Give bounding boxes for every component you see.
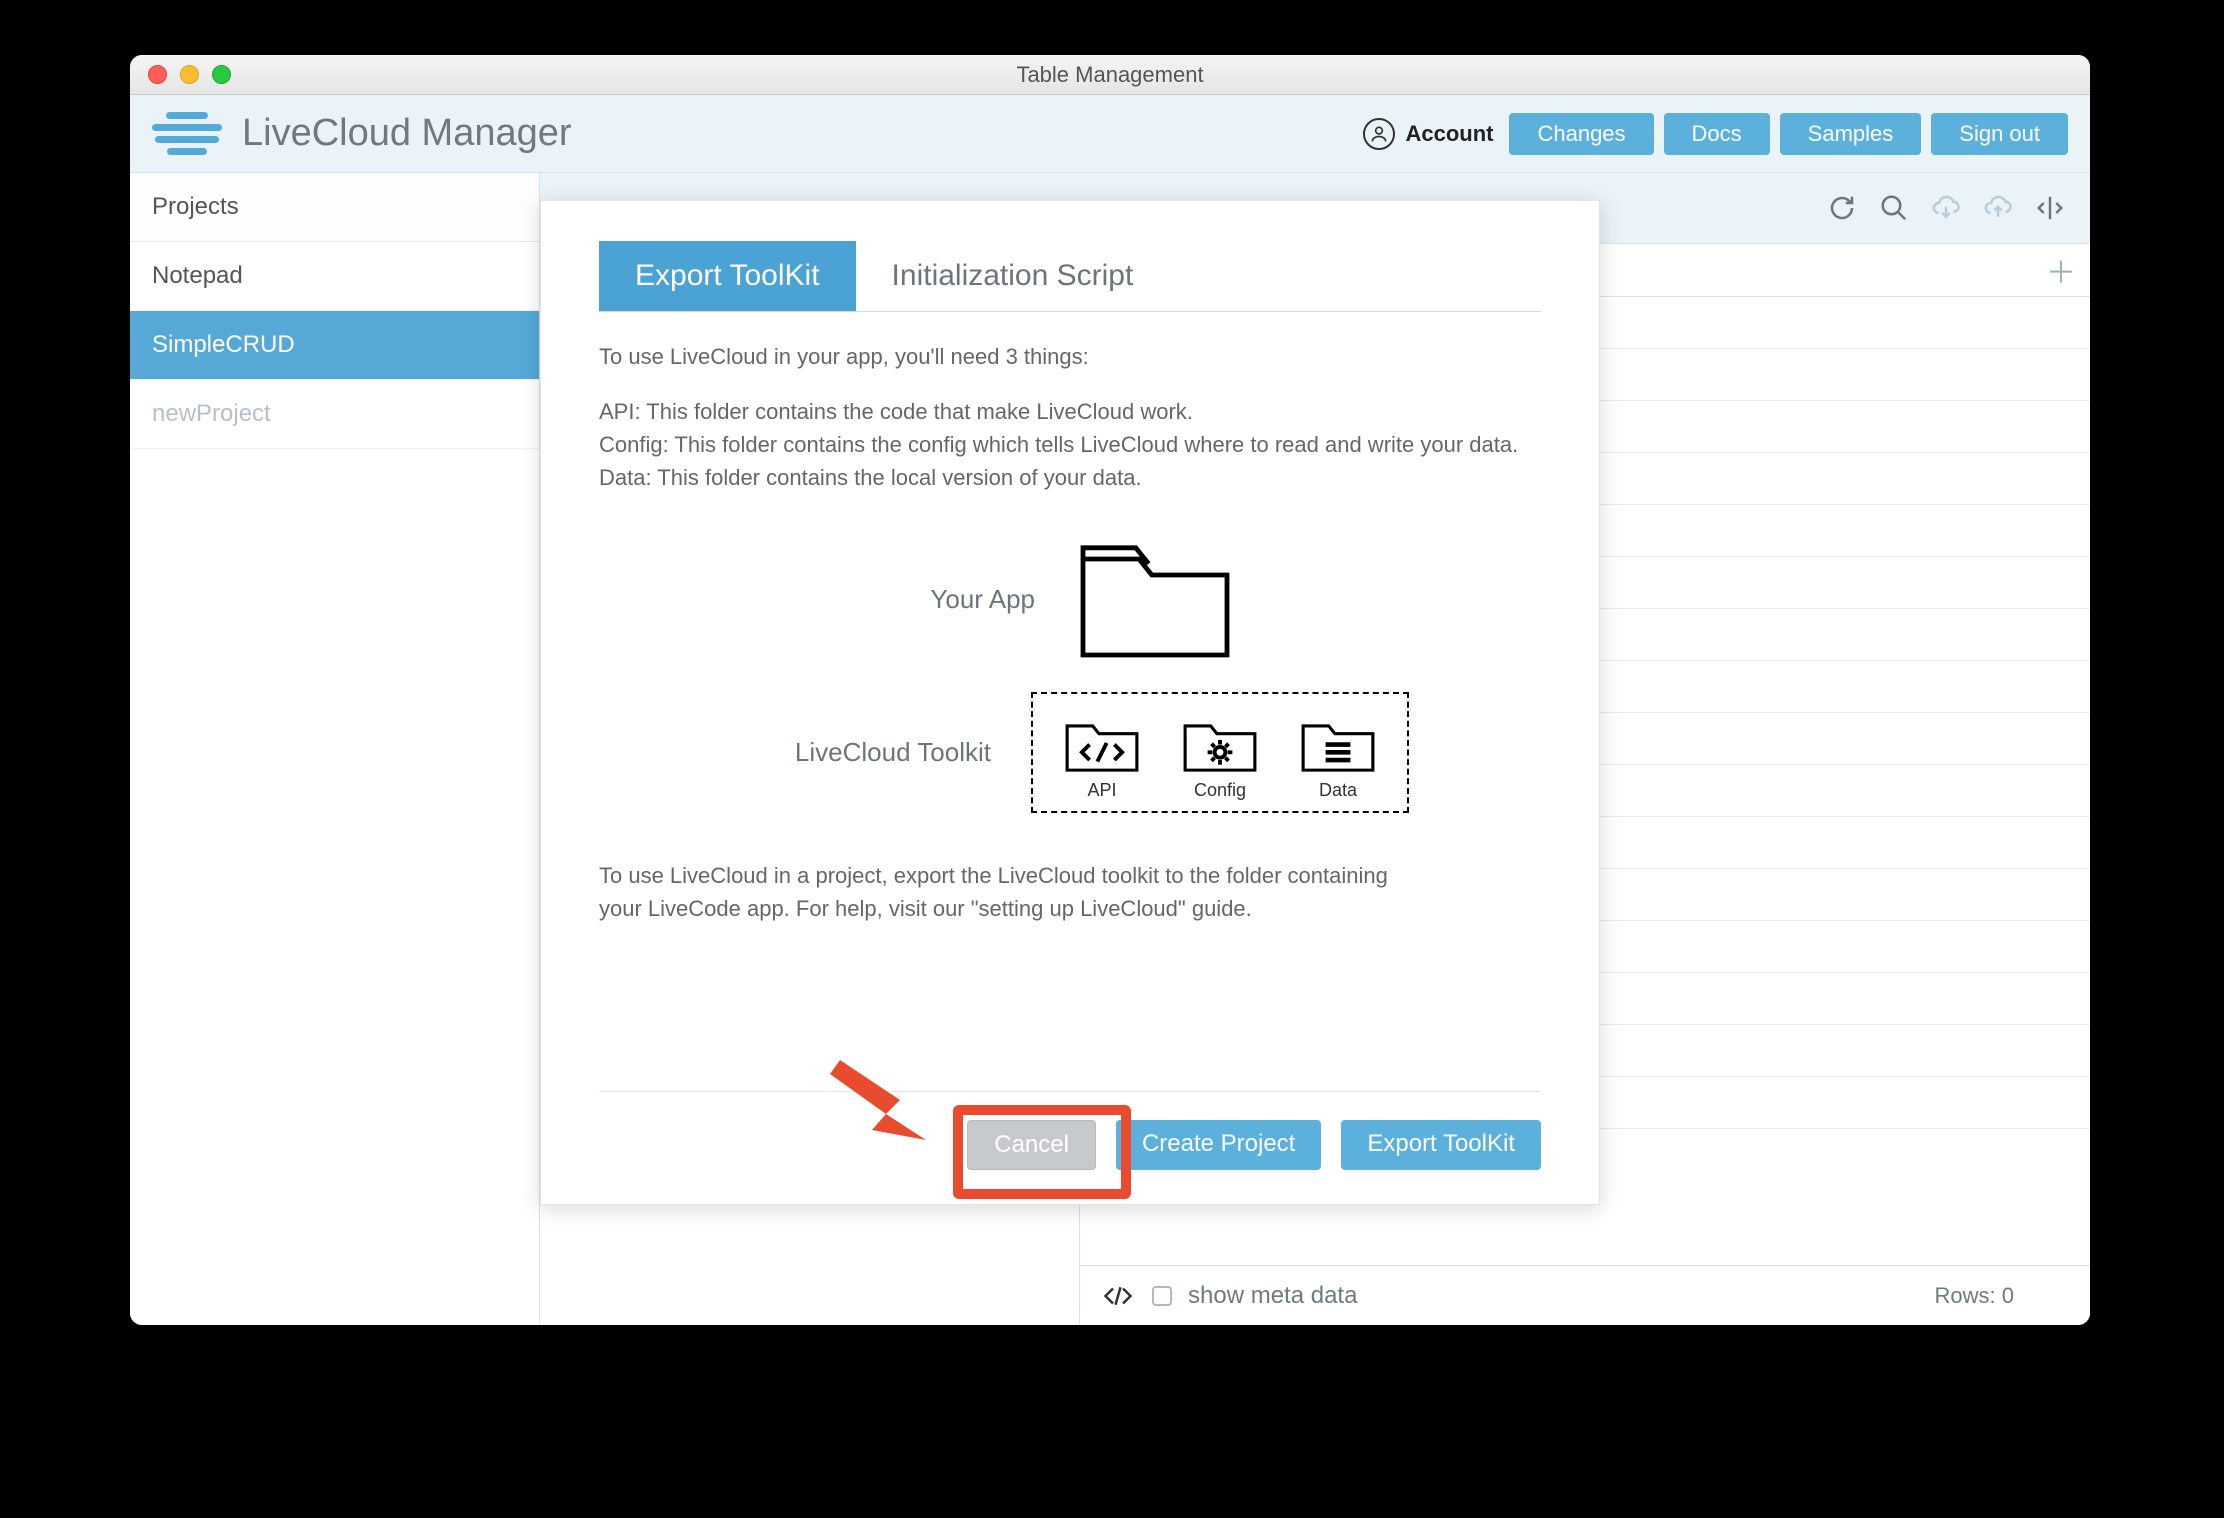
dialog-line-config: Config: This folder contains the config … xyxy=(599,428,1541,461)
sidebar-item-simplecrud[interactable]: SimpleCRUD xyxy=(130,311,539,380)
user-icon xyxy=(1363,118,1395,150)
meta-checkbox[interactable] xyxy=(1152,1286,1172,1306)
toolkit-box: API Config xyxy=(1031,692,1409,813)
export-toolkit-button[interactable]: Export ToolKit xyxy=(1341,1120,1541,1170)
app-title: LiveCloud Manager xyxy=(242,112,572,155)
dialog-tabs: Export ToolKit Initialization Script xyxy=(599,241,1541,312)
dialog-line-data: Data: This folder contains the local ver… xyxy=(599,461,1541,494)
rows-label: Rows: 0 xyxy=(1935,1283,2014,1309)
dialog-outro: To use LiveCloud in a project, export th… xyxy=(599,859,1429,925)
docs-button[interactable]: Docs xyxy=(1664,113,1770,155)
api-label: API xyxy=(1087,780,1116,801)
api-folder-icon xyxy=(1063,712,1141,774)
samples-button[interactable]: Samples xyxy=(1780,113,1922,155)
toolkit-diagram: Your App LiveCloud Toolkit xyxy=(599,534,1541,813)
config-label: Config xyxy=(1194,780,1246,801)
create-project-button[interactable]: Create Project xyxy=(1116,1120,1321,1170)
your-app-label: Your App xyxy=(775,584,1035,615)
dialog-buttons: Cancel Create Project Export ToolKit xyxy=(599,1091,1541,1170)
toolkit-label: LiveCloud Toolkit xyxy=(731,737,991,768)
data-folder-icon xyxy=(1299,712,1377,774)
logo-icon xyxy=(152,112,222,155)
status-bar: show meta data Rows: 0 xyxy=(1080,1265,2090,1325)
tab-init-script[interactable]: Initialization Script xyxy=(856,241,1170,311)
sidebar-item-notepad[interactable]: Notepad xyxy=(130,242,539,311)
sidebar-header: Projects xyxy=(130,173,539,242)
signout-button[interactable]: Sign out xyxy=(1931,113,2068,155)
app-header: LiveCloud Manager Account Changes Docs S… xyxy=(130,95,2090,173)
dialog-intro: To use LiveCloud in your app, you'll nee… xyxy=(599,340,1541,373)
cloud-upload-icon[interactable] xyxy=(1978,188,2018,228)
refresh-icon[interactable] xyxy=(1822,188,1862,228)
config-folder-icon xyxy=(1181,712,1259,774)
cloud-download-icon[interactable] xyxy=(1926,188,1966,228)
meta-label: show meta data xyxy=(1188,1282,1357,1310)
split-icon[interactable] xyxy=(2030,188,2070,228)
tab-export-toolkit[interactable]: Export ToolKit xyxy=(599,241,856,311)
account-link[interactable]: Account xyxy=(1363,118,1493,150)
search-icon[interactable] xyxy=(1874,188,1914,228)
app-logo: LiveCloud Manager xyxy=(152,112,572,155)
export-toolkit-dialog: Export ToolKit Initialization Script To … xyxy=(540,200,1600,1205)
sidebar-item-newproject[interactable]: newProject xyxy=(130,380,539,449)
add-column-icon[interactable]: ＋ xyxy=(2046,248,2076,292)
folder-icon xyxy=(1075,534,1235,664)
account-label: Account xyxy=(1405,121,1493,147)
window-title: Table Management xyxy=(130,62,2090,88)
projects-sidebar: Projects Notepad SimpleCRUD newProject xyxy=(130,173,540,1325)
code-icon[interactable] xyxy=(1100,1278,1136,1314)
changes-button[interactable]: Changes xyxy=(1509,113,1653,155)
dialog-line-api: API: This folder contains the code that … xyxy=(599,395,1541,428)
data-label: Data xyxy=(1319,780,1357,801)
titlebar: Table Management xyxy=(130,55,2090,95)
cancel-button[interactable]: Cancel xyxy=(967,1120,1096,1170)
